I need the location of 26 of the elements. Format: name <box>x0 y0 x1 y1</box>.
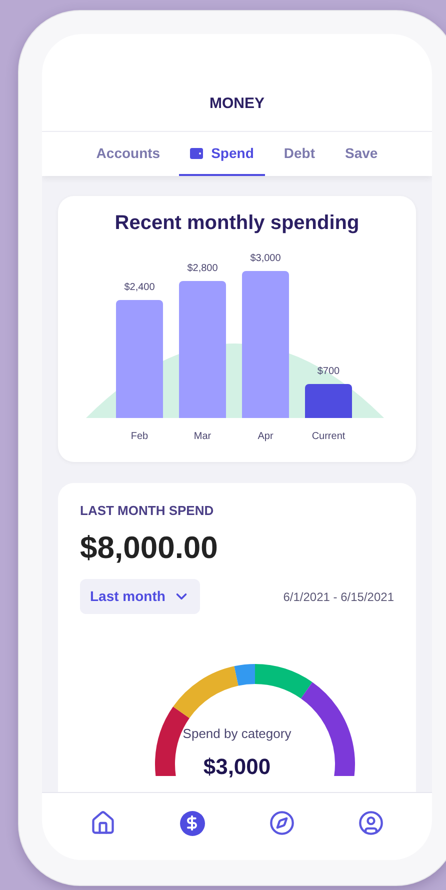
bar-value-label: $700 <box>317 364 340 379</box>
bar-category-label: Mar <box>194 430 212 444</box>
bar <box>305 384 352 418</box>
tab[interactable]: Spend <box>179 132 265 176</box>
bar-value-label: $2,400 <box>124 281 155 296</box>
tab[interactable]: Save <box>334 132 389 176</box>
section-heading: LAST MONTH SPEND <box>80 502 214 520</box>
bar-category-label: Current <box>312 430 346 444</box>
profile-icon <box>358 810 384 836</box>
gauge-total: $3,000 <box>203 752 271 780</box>
spend-amount: $8,000.00 <box>80 528 218 566</box>
bar-category-label: Feb <box>130 430 148 444</box>
tab[interactable]: Accounts <box>85 132 172 176</box>
tab[interactable]: Debt <box>272 132 326 176</box>
bar-value-label: $2,800 <box>187 262 218 276</box>
wallet-icon <box>190 148 204 158</box>
home-icon <box>90 810 116 836</box>
gauge-caption: Spend by category <box>182 725 292 743</box>
dollar-icon <box>180 810 205 836</box>
compass-icon <box>268 810 295 836</box>
date-range: 6/1/2021 - 6/15/2021 <box>283 588 394 606</box>
period-dropdown[interactable]: Last month <box>80 579 200 614</box>
bar-category-label: Apr <box>258 430 274 444</box>
card-title: Recent monthly spending <box>114 211 360 236</box>
bar-value-label: $3,000 <box>250 252 281 266</box>
page-title: MONEY <box>209 94 264 114</box>
